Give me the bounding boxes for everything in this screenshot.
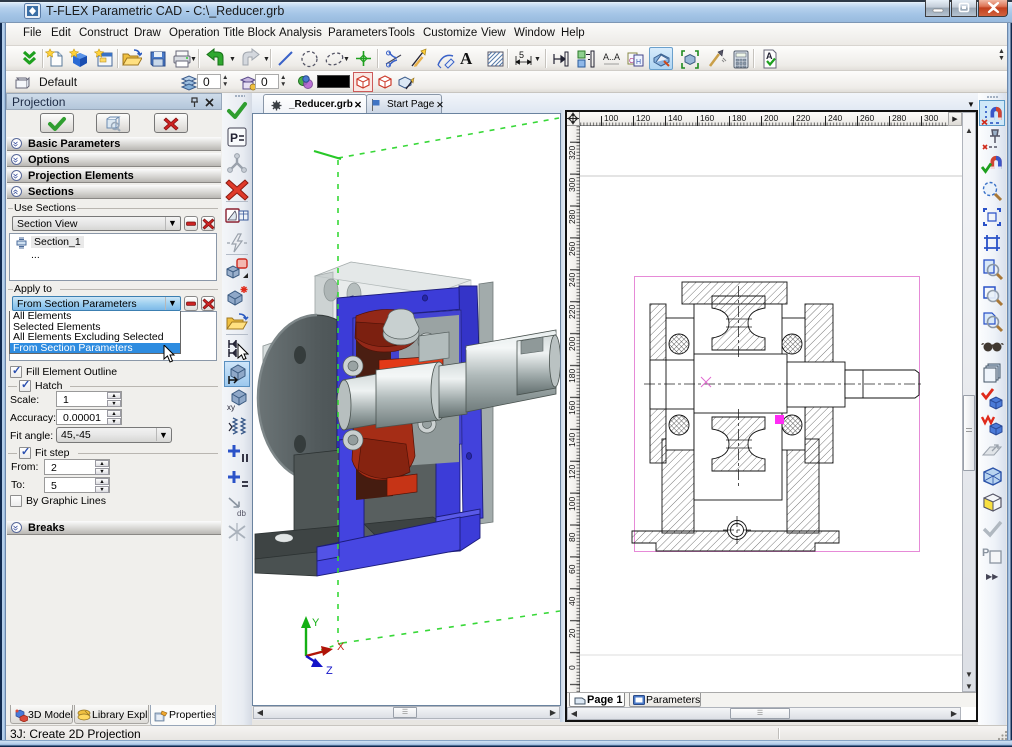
svg-text:80: 80 [567,532,577,542]
svg-text:200: 200 [567,337,577,351]
svg-text:160: 160 [567,401,577,415]
svg-text:Z: Z [326,665,333,677]
svg-text:260: 260 [567,242,577,256]
svg-text:220: 220 [796,113,810,123]
svg-text:A: A [766,51,773,61]
svg-text:280: 280 [892,113,906,123]
svg-text:P: P [230,131,238,145]
svg-text:0: 0 [567,665,577,670]
svg-text:Y: Y [312,617,320,629]
svg-text:300: 300 [924,113,938,123]
svg-text:240: 240 [828,113,842,123]
svg-text:180: 180 [732,113,746,123]
svg-text:320: 320 [567,146,577,160]
svg-text:C: C [629,58,634,65]
svg-text:120: 120 [567,465,577,479]
svg-text:H: H [636,59,641,66]
svg-text:300: 300 [567,178,577,192]
svg-text:240: 240 [567,273,577,287]
svg-text:P: P [982,547,989,559]
svg-text:140: 140 [668,113,682,123]
svg-text:X: X [337,641,345,653]
svg-text:db: db [237,509,246,518]
svg-text:280: 280 [567,210,577,224]
svg-text:5: 5 [519,50,524,60]
svg-text:60: 60 [567,564,577,574]
svg-text:200: 200 [764,113,778,123]
svg-text:100: 100 [604,113,618,123]
svg-text:180: 180 [567,369,577,383]
svg-text:xy: xy [227,403,235,412]
svg-text:120: 120 [636,113,650,123]
svg-text:A..A: A..A [603,52,620,62]
svg-text:100: 100 [567,497,577,511]
svg-text:140: 140 [567,433,577,447]
svg-text:20: 20 [567,628,577,638]
svg-text:220: 220 [567,305,577,319]
svg-text:160: 160 [700,113,714,123]
svg-text:260: 260 [860,113,874,123]
svg-text:40: 40 [567,596,577,606]
